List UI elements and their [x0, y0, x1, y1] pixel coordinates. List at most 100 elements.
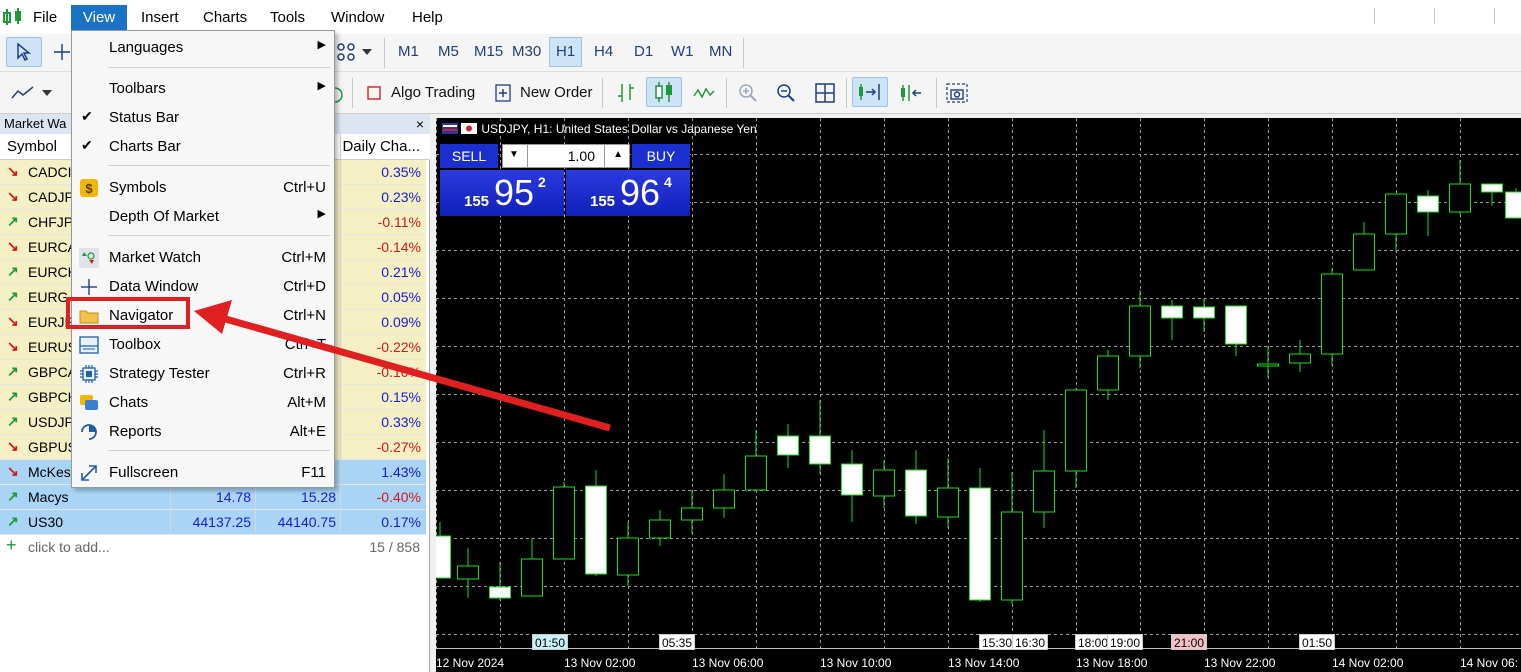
candle-body: [809, 435, 831, 465]
symbol-name: Macys: [28, 489, 69, 505]
column-header-symbol[interactable]: Symbol: [7, 138, 57, 155]
event-time-marker[interactable]: 15:30: [979, 634, 1016, 650]
timeframe-h4[interactable]: H4: [594, 43, 613, 60]
timeframe-h1[interactable]: H1: [549, 37, 583, 67]
zoom-in-button[interactable]: [734, 78, 762, 108]
close-icon[interactable]: ×: [416, 114, 424, 134]
candle-body: [1505, 191, 1521, 219]
cursor-tool-button[interactable]: [6, 37, 42, 67]
chevron-down-icon: [42, 90, 52, 96]
daily-change: -0.11%: [377, 214, 421, 230]
market-watch-row[interactable]: ↗ Macys 14.78 15.28 -0.40%: [0, 485, 426, 510]
event-time-marker[interactable]: 21:00: [1171, 634, 1208, 650]
event-time-marker[interactable]: 01:50: [532, 634, 569, 650]
daily-change: 0.15%: [381, 389, 421, 405]
candle-body: [1257, 363, 1279, 367]
tile-windows-button[interactable]: [810, 78, 840, 108]
shapes-dropdown-button[interactable]: [358, 37, 376, 67]
daily-change: 0.21%: [381, 264, 421, 280]
candle-body: [937, 487, 959, 518]
timeframe-m1[interactable]: M1: [398, 43, 419, 60]
menu-item-chats[interactable]: Chats Alt+M: [72, 389, 334, 417]
daily-change: -0.22%: [376, 339, 421, 355]
menu-view[interactable]: View: [71, 5, 127, 31]
menu-item-market-watch[interactable]: Market Watch Ctrl+M: [72, 244, 334, 272]
menu-item-toolbars[interactable]: Toolbars ▶: [72, 75, 334, 103]
timeframe-w1[interactable]: W1: [671, 43, 694, 60]
bar-chart-button[interactable]: [612, 78, 640, 108]
chart-type-dropdown[interactable]: [38, 78, 56, 108]
toolbar-divider: [846, 78, 847, 108]
menu-help[interactable]: Help: [406, 5, 449, 31]
market-watch-row[interactable]: ↗ US30 44137.25 44140.75 0.17%: [0, 510, 426, 535]
menu-charts[interactable]: Charts: [197, 5, 253, 31]
lot-value[interactable]: 1.00: [568, 148, 595, 164]
menu-item-status-bar[interactable]: ✔ Status Bar: [72, 104, 334, 132]
daily-change: 0.17%: [381, 514, 421, 530]
lot-decrease-icon[interactable]: ▼: [509, 149, 519, 160]
menu-file[interactable]: File: [27, 5, 63, 31]
sell-button[interactable]: SELL: [440, 144, 498, 168]
lot-increase-icon[interactable]: ▲: [613, 149, 623, 160]
chart-shift-button[interactable]: [894, 78, 930, 108]
auto-scroll-button[interactable]: [852, 77, 888, 107]
line-chart-button[interactable]: [690, 78, 718, 108]
timeframe-m30[interactable]: M30: [512, 43, 541, 60]
algo-trading-button[interactable]: Algo Trading: [391, 84, 475, 101]
menu-insert[interactable]: Insert: [135, 5, 185, 31]
menu-item-label: Data Window: [109, 278, 199, 295]
event-time-marker[interactable]: 18:00: [1075, 634, 1112, 650]
chart-window[interactable]: USDJPY, H1: United States Dollar vs Japa…: [436, 118, 1521, 672]
screenshot-button[interactable]: [942, 78, 972, 108]
event-time-marker[interactable]: 01:50: [1299, 634, 1336, 650]
menu-item-reports[interactable]: Reports Alt+E: [72, 418, 334, 446]
checkmark-icon: ✔: [81, 108, 93, 124]
zoom-out-button[interactable]: [772, 78, 800, 108]
menu-item-depth-of-market[interactable]: Depth Of Market ▶: [72, 203, 334, 231]
menu-item-charts-bar[interactable]: ✔ Charts Bar: [72, 133, 334, 161]
chart-type-button[interactable]: [8, 78, 38, 108]
menu-item-label: Fullscreen: [109, 464, 179, 481]
sell-price[interactable]: 155 95 2: [440, 170, 564, 216]
column-divider: [340, 360, 341, 385]
buy-button[interactable]: BUY: [632, 144, 690, 168]
event-time-marker[interactable]: 19:00: [1107, 634, 1144, 650]
timeframe-d1[interactable]: D1: [634, 43, 653, 60]
new-order-button[interactable]: New Order: [520, 84, 593, 101]
column-divider: [340, 460, 341, 485]
candle-body: [1289, 353, 1311, 364]
arrow-up-icon: ↗: [7, 413, 19, 429]
toolbar-divider: [936, 78, 937, 108]
time-axis-label: 13 Nov 10:00: [820, 656, 892, 670]
menu-item-symbols[interactable]: $ Symbols Ctrl+U: [72, 174, 334, 202]
candle-body: [1225, 305, 1247, 345]
column-divider: [340, 410, 341, 435]
menu-tools[interactable]: Tools: [264, 5, 311, 31]
buy-price[interactable]: 155 96 4: [566, 170, 690, 216]
add-symbol-row[interactable]: + click to add... 15 / 858: [0, 534, 426, 560]
new-order-icon-button[interactable]: [492, 78, 514, 108]
menu-item-languages[interactable]: Languages ▶: [72, 34, 334, 62]
timeframe-mn[interactable]: MN: [709, 43, 732, 60]
shapes-tool-button[interactable]: [334, 37, 358, 67]
menu-item-strategy-tester[interactable]: Strategy Tester Ctrl+R: [72, 360, 334, 388]
menu-item-shortcut: Ctrl+N: [283, 307, 326, 324]
menu-item-toolbox[interactable]: Toolbox Ctrl+T: [72, 331, 334, 359]
timeframe-m15[interactable]: M15: [474, 43, 503, 60]
lot-size-field[interactable]: ▼ 1.00 ▲: [502, 144, 630, 168]
column-divider: [340, 260, 341, 285]
column-divider: [340, 485, 341, 510]
event-time-marker[interactable]: 05:35: [659, 634, 696, 650]
menu-item-fullscreen[interactable]: Fullscreen F11: [72, 459, 334, 487]
algo-trading-toggle[interactable]: [364, 78, 384, 108]
candle-body: [1065, 389, 1087, 472]
timeframe-m5[interactable]: M5: [438, 43, 459, 60]
candle-body: [681, 507, 703, 521]
event-time-marker[interactable]: 16:30: [1012, 634, 1049, 650]
daily-change: 0.33%: [381, 414, 421, 430]
menu-separator: [108, 165, 330, 166]
column-header-daily-change[interactable]: Daily Cha...: [342, 138, 420, 155]
candlestick-chart-button[interactable]: [646, 77, 682, 107]
menu-window[interactable]: Window: [325, 5, 390, 31]
menu-item-shortcut: Ctrl+M: [281, 249, 326, 266]
